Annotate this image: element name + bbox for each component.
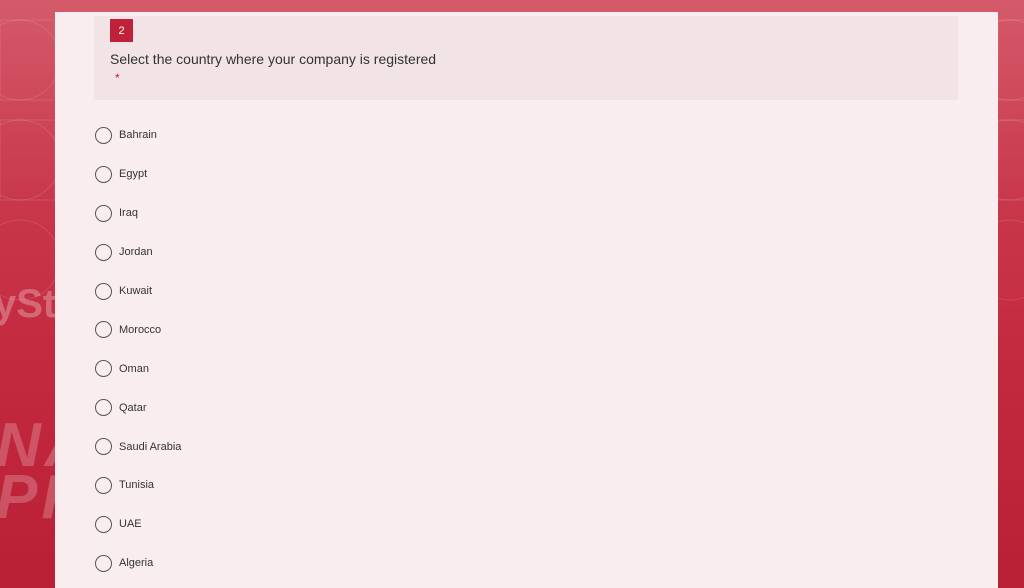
option-egypt[interactable]: Egypt [95, 155, 181, 194]
option-algeria[interactable]: Algeria [95, 544, 181, 583]
radio-button[interactable] [95, 204, 112, 222]
option-uae[interactable]: UAE [95, 505, 181, 544]
option-tunisia[interactable]: Tunisia [95, 466, 181, 505]
question-number-badge: 2 [110, 19, 133, 42]
option-qatar[interactable]: Qatar [95, 388, 181, 427]
option-label: Jordan [119, 246, 153, 259]
radio-button[interactable] [95, 399, 112, 417]
form-card: 2 Select the country where your company … [55, 12, 998, 588]
option-label: Algeria [119, 557, 154, 570]
radio-button[interactable] [95, 438, 112, 456]
radio-button[interactable] [95, 243, 112, 261]
option-morocco[interactable]: Morocco [95, 310, 181, 349]
option-label: Bahrain [119, 129, 157, 142]
option-label: Saudi Arabia [119, 440, 182, 453]
question-header: 2 Select the country where your company … [94, 16, 958, 100]
radio-button[interactable] [95, 476, 112, 494]
required-asterisk: * [115, 71, 120, 85]
option-label: Kuwait [119, 285, 153, 297]
radio-button[interactable] [95, 282, 112, 300]
radio-button[interactable] [95, 554, 112, 572]
option-label: Tunisia [119, 479, 155, 492]
option-label: Iraq [119, 207, 138, 220]
question-title: Select the country where your company is… [110, 51, 437, 67]
option-label: UAE [119, 518, 142, 531]
option-jordan[interactable]: Jordan [95, 233, 181, 272]
option-saudi-arabia[interactable]: Saudi Arabia [95, 427, 181, 466]
option-iraq[interactable]: Iraq [95, 194, 181, 233]
option-label: Oman [119, 362, 149, 375]
radio-button[interactable] [95, 126, 112, 144]
option-oman[interactable]: Oman [95, 349, 181, 388]
option-kuwait[interactable]: Kuwait [95, 272, 181, 311]
radio-button[interactable] [95, 165, 112, 183]
option-label: Qatar [119, 401, 147, 414]
radio-button[interactable] [95, 360, 112, 378]
option-label: Egypt [119, 168, 148, 181]
radio-button[interactable] [95, 515, 112, 533]
option-label: Morocco [119, 323, 162, 336]
radio-button[interactable] [95, 321, 112, 339]
option-bahrain[interactable]: Bahrain [95, 116, 181, 155]
options-list: Bahrain Egypt Iraq Jordan Kuwait Morocco… [95, 116, 181, 583]
